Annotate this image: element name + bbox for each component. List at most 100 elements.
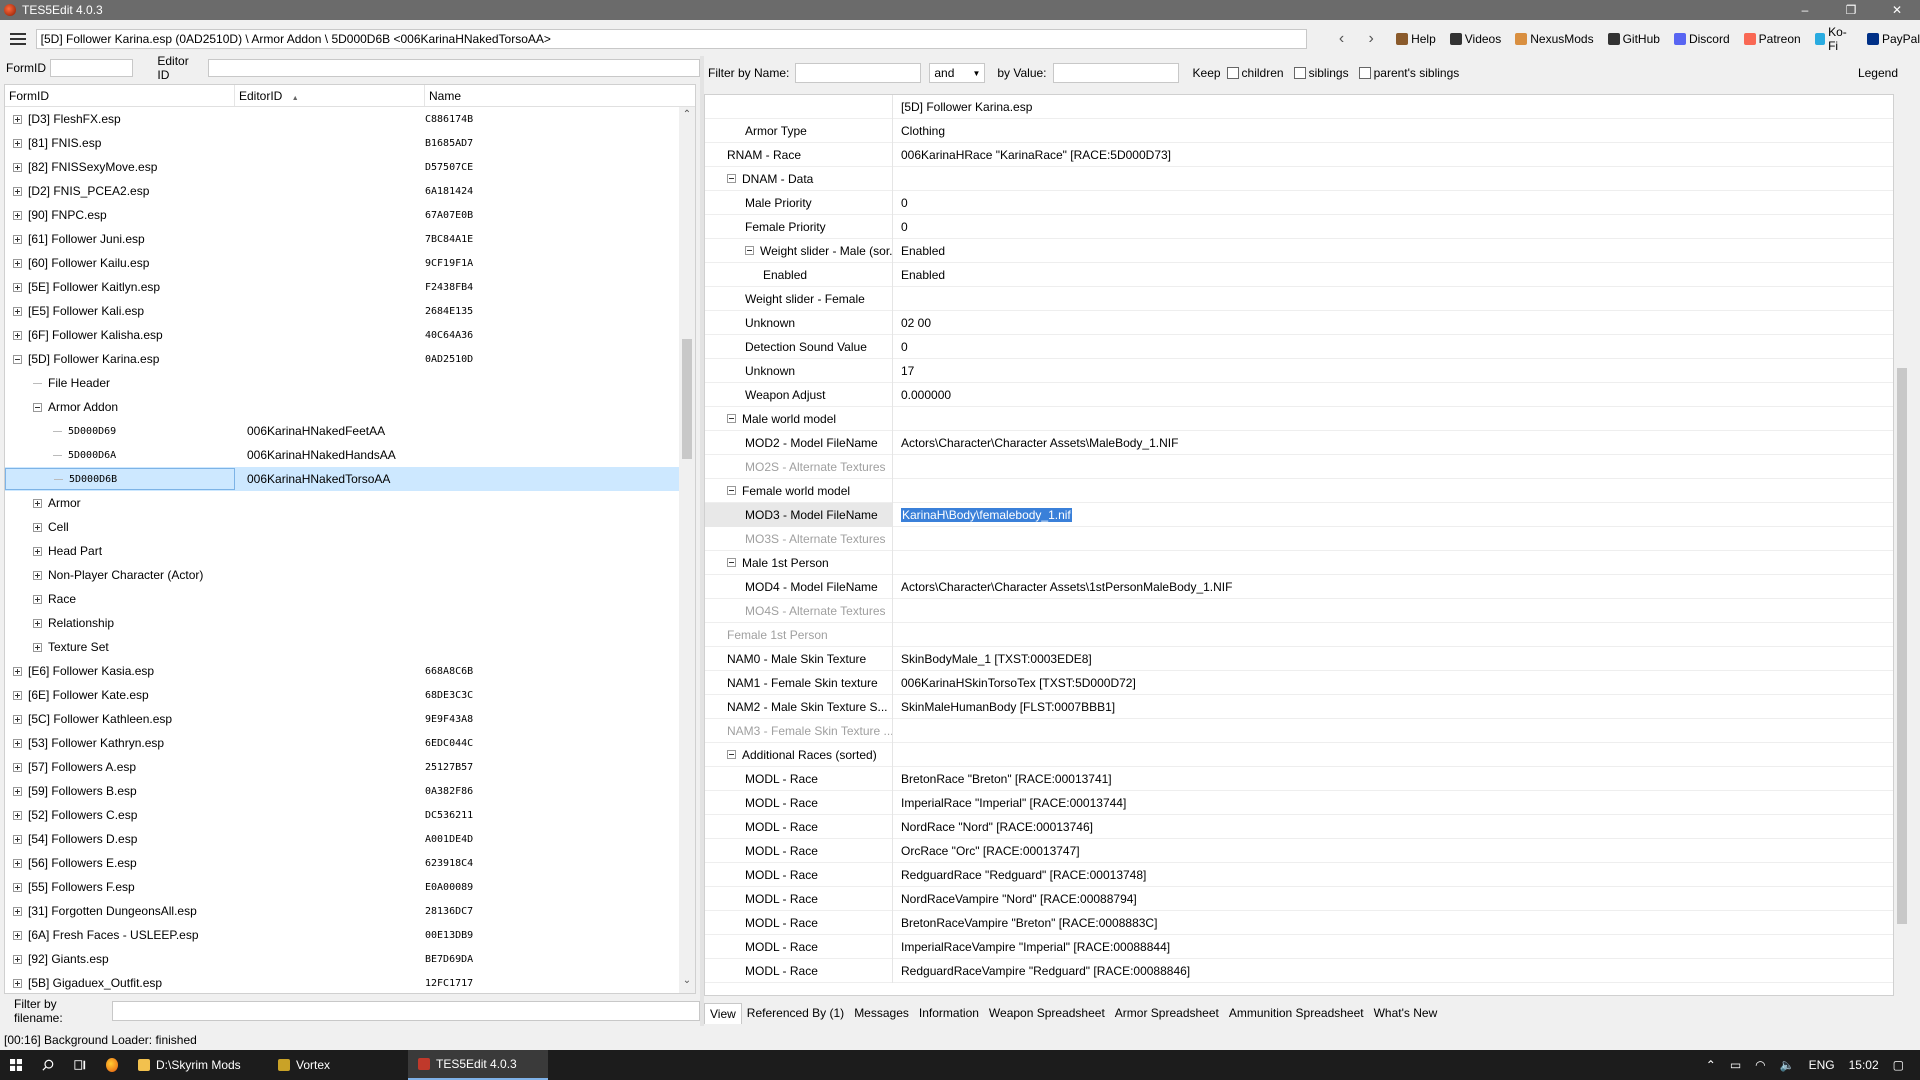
expand-icon[interactable] (13, 138, 22, 148)
link-videos[interactable]: Videos (1449, 32, 1501, 46)
expand-icon[interactable] (33, 570, 42, 580)
expand-icon[interactable] (13, 210, 22, 220)
grid-row[interactable]: MOD3 - Model FileName KarinaH\Body\female… (705, 502, 1893, 527)
collapse-icon[interactable] (727, 414, 736, 423)
tree-row[interactable]: [54] Followers D.esp A001DE4D (5, 827, 695, 851)
tree-row[interactable]: [5B] Gigaduex_Outfit.esp 12FC1717 (5, 971, 695, 993)
grid-row[interactable]: MO3S - Alternate Textures (705, 526, 1893, 551)
tab-view[interactable]: View (704, 1002, 742, 1024)
siblings-checkbox[interactable] (1293, 67, 1306, 79)
grid-value-cell[interactable]: Clothing (893, 124, 945, 138)
search-icon[interactable] (32, 1050, 64, 1080)
tree-row[interactable]: [6E] Follower Kate.esp 68DE3C3C (5, 683, 695, 707)
grid-row[interactable]: Female 1st Person (705, 622, 1893, 647)
parents-siblings-checkbox[interactable] (1358, 67, 1371, 79)
tree-row[interactable]: [6F] Follower Kalisha.esp 40C64A36 (5, 323, 695, 347)
collapse-icon[interactable] (727, 174, 736, 183)
expand-icon[interactable] (13, 762, 22, 772)
tree-row[interactable]: Non-Player Character (Actor) (5, 563, 695, 587)
tab-referenced-by-1-[interactable]: Referenced By (1) (742, 1003, 849, 1023)
forward-arrow-icon[interactable]: › (1356, 30, 1386, 48)
tree-row[interactable]: Cell (5, 515, 695, 539)
grid-row[interactable]: MODL - Race NordRace "Nord" [RACE:0001374… (705, 814, 1893, 839)
expand-icon[interactable] (13, 258, 22, 268)
grid-row[interactable]: MODL - Race OrcRace "Orc" [RACE:00013747] (705, 838, 1893, 863)
grid-value-cell[interactable]: NordRaceVampire "Nord" [RACE:00088794] (893, 892, 1137, 906)
expand-icon[interactable] (13, 234, 22, 244)
grid-value-cell[interactable]: ImperialRaceVampire "Imperial" [RACE:000… (893, 940, 1170, 954)
grid-value-cell[interactable]: BretonRaceVampire "Breton" [RACE:0008883… (893, 916, 1157, 930)
tab-ammunition-spreadsheet[interactable]: Ammunition Spreadsheet (1224, 1003, 1369, 1023)
taskbar-app[interactable]: TES5Edit 4.0.3 (408, 1050, 548, 1080)
tree-row[interactable]: Armor (5, 491, 695, 515)
grid-value-cell[interactable]: BretonRace "Breton" [RACE:00013741] (893, 772, 1112, 786)
network-icon[interactable]: ▭ (1730, 1058, 1741, 1072)
grid-row[interactable]: Unknown 02 00 (705, 310, 1893, 335)
grid-row[interactable]: MODL - Race BretonRaceVampire "Breton" [R… (705, 910, 1893, 935)
expand-icon[interactable] (13, 954, 22, 964)
firefox-icon[interactable] (96, 1050, 128, 1080)
tray-chevron-icon[interactable]: ⌃ (1706, 1058, 1716, 1072)
grid-value-cell[interactable]: 0.000000 (893, 388, 951, 402)
tab-messages[interactable]: Messages (849, 1003, 914, 1023)
filter-by-name-input[interactable] (795, 63, 922, 83)
tree-row[interactable]: Texture Set (5, 635, 695, 659)
grid-value-cell[interactable]: Enabled (893, 268, 945, 282)
grid-row[interactable]: Armor Type Clothing (705, 118, 1893, 143)
wifi-icon[interactable]: ◠ (1755, 1058, 1765, 1072)
grid-row[interactable]: RNAM - Race 006KarinaHRace "KarinaRace" [… (705, 142, 1893, 167)
tree-row[interactable]: [D3] FleshFX.esp C886174B (5, 107, 695, 131)
expand-icon[interactable] (13, 186, 22, 196)
grid-row[interactable]: Male Priority 0 (705, 190, 1893, 215)
grid-value-cell[interactable]: RedguardRaceVampire "Redguard" [RACE:000… (893, 964, 1190, 978)
expand-icon[interactable] (13, 666, 22, 676)
tree-scrollbar[interactable]: ⌃ ⌄ (679, 107, 695, 993)
file-filter-input[interactable] (112, 1001, 700, 1021)
link-github[interactable]: GitHub (1607, 32, 1660, 46)
tab-what-s-new[interactable]: What's New (1369, 1003, 1443, 1023)
expand-icon[interactable] (33, 618, 42, 628)
expand-icon[interactable] (13, 306, 22, 316)
link-ko-fi[interactable]: Ko-Fi (1814, 25, 1853, 53)
tree-row[interactable]: [59] Followers B.esp 0A382F86 (5, 779, 695, 803)
children-checkbox[interactable] (1226, 67, 1239, 79)
grid-row[interactable]: Female Priority 0 (705, 214, 1893, 239)
formid-input[interactable] (50, 59, 134, 77)
filter-by-value-input[interactable] (1052, 63, 1179, 83)
grid-row[interactable]: MODL - Race ImperialRaceVampire "Imperial… (705, 934, 1893, 959)
collapse-icon[interactable] (727, 558, 736, 567)
grid-value-cell[interactable]: SkinBodyMale_1 [TXST:0003EDE8] (893, 652, 1092, 666)
tree-row[interactable]: [92] Giants.esp BE7D69DA (5, 947, 695, 971)
grid-row[interactable]: Enabled Enabled (705, 262, 1893, 287)
collapse-icon[interactable] (727, 750, 736, 759)
volume-icon[interactable]: 🔈 (1780, 1058, 1795, 1072)
grid-scrollbar[interactable] (1894, 94, 1910, 996)
column-editorid[interactable]: EditorID ▲ (235, 85, 425, 106)
grid-row[interactable]: DNAM - Data (705, 166, 1893, 191)
tab-armor-spreadsheet[interactable]: Armor Spreadsheet (1110, 1003, 1224, 1023)
tree-row[interactable]: Head Part (5, 539, 695, 563)
grid-row[interactable]: MO4S - Alternate Textures (705, 598, 1893, 623)
taskbar-app[interactable]: D:\Skyrim Mods (128, 1050, 268, 1080)
expand-icon[interactable] (13, 162, 22, 172)
grid-row[interactable]: Female world model (705, 478, 1893, 503)
expand-icon[interactable] (13, 738, 22, 748)
grid-row[interactable]: Weapon Adjust 0.000000 (705, 382, 1893, 407)
grid-value-cell[interactable]: RedguardRace "Redguard" [RACE:00013748] (893, 868, 1146, 882)
expand-icon[interactable] (13, 906, 22, 916)
filter-operator-select[interactable]: and ▼ (929, 63, 986, 83)
taskbar-app[interactable]: Vortex (268, 1050, 408, 1080)
grid-scroll-thumb[interactable] (1897, 368, 1907, 924)
grid-row[interactable]: MODL - Race RedguardRaceVampire "Redguard… (705, 958, 1893, 983)
grid-row[interactable]: Additional Races (sorted) (705, 742, 1893, 767)
tree-row[interactable]: [5D] Follower Karina.esp 0AD2510D (5, 347, 695, 371)
close-button[interactable]: ✕ (1874, 0, 1920, 20)
tab-weapon-spreadsheet[interactable]: Weapon Spreadsheet (984, 1003, 1110, 1023)
grid-value-cell[interactable]: SkinMaleHumanBody [FLST:0007BBB1] (893, 700, 1115, 714)
expand-icon[interactable] (13, 810, 22, 820)
expand-icon[interactable] (13, 834, 22, 844)
grid-row[interactable]: MODL - Race NordRaceVampire "Nord" [RACE:… (705, 886, 1893, 911)
grid-row[interactable]: NAM0 - Male Skin Texture SkinBodyMale_1 [… (705, 646, 1893, 671)
tree-row[interactable]: [60] Follower Kailu.esp 9CF19F1A (5, 251, 695, 275)
grid-value-selected[interactable]: KarinaH\Body\femalebody_1.nif (901, 507, 1072, 522)
